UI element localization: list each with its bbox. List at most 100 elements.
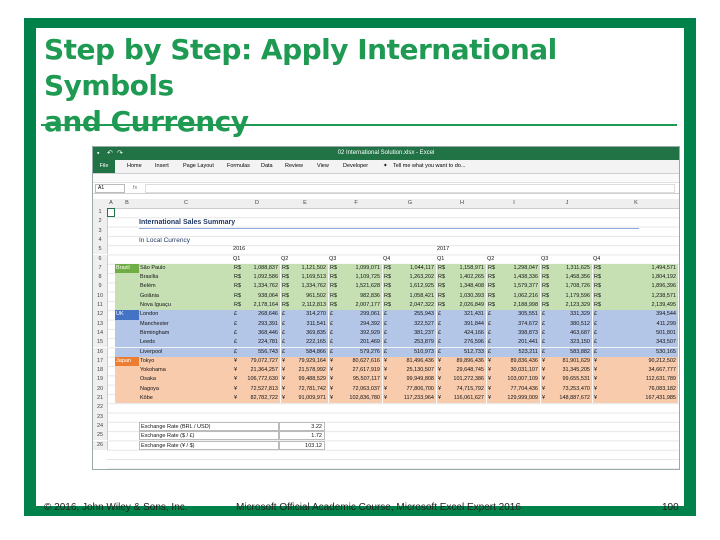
row-header[interactable]: 4 <box>93 235 108 246</box>
quarter-header[interactable]: Q3 <box>541 255 548 264</box>
sales-cell[interactable]: R$ 1,298,047 <box>487 263 540 274</box>
row-header[interactable]: 15 <box>93 338 108 348</box>
formula-input[interactable] <box>145 184 675 193</box>
sales-cell[interactable]: R$ 1,179,596 <box>541 291 592 301</box>
sales-cell[interactable]: R$ 1,121,502 <box>281 263 328 274</box>
sales-cell[interactable]: £501,801 <box>593 328 678 339</box>
city-name[interactable]: Tokyo <box>139 356 233 367</box>
city-name[interactable]: Manchester <box>139 319 233 329</box>
quarter-header[interactable]: Q4 <box>593 255 600 264</box>
region-label[interactable] <box>115 347 139 357</box>
row-header[interactable]: 10 <box>93 291 108 301</box>
exchange-value[interactable]: 103.12 <box>279 440 325 450</box>
sales-cell[interactable]: £510,973 <box>383 347 436 357</box>
city-name[interactable]: Yokohama <box>139 366 233 376</box>
row-header[interactable]: 2 <box>93 217 108 227</box>
sales-cell[interactable]: £398,873 <box>487 328 540 339</box>
tab-home[interactable]: Home <box>127 160 142 173</box>
exchange-label[interactable]: Exchange Rate (¥ / $) <box>139 440 279 450</box>
row-header[interactable]: 5 <box>93 245 108 255</box>
sales-cell[interactable]: ¥106,772,630 <box>233 375 280 385</box>
region-label[interactable] <box>115 328 139 339</box>
sales-cell[interactable]: R$ 1,109,725 <box>329 273 382 283</box>
region-label[interactable]: Japan <box>115 356 139 367</box>
row-header[interactable]: 12 <box>93 310 108 320</box>
column-header[interactable]: G <box>383 199 437 209</box>
active-cell[interactable] <box>107 208 115 218</box>
sales-cell[interactable]: R$ 1,088,837 <box>233 263 280 274</box>
sales-cell[interactable]: ¥73,253,470 <box>541 384 592 394</box>
sales-cell[interactable]: ¥99,488,529 <box>281 375 328 385</box>
city-name[interactable]: Belém <box>139 282 233 292</box>
sales-cell[interactable]: ¥77,704,436 <box>487 384 540 394</box>
sales-cell[interactable]: R$ 1,494,571 <box>593 263 678 274</box>
quarter-header[interactable]: Q2 <box>281 255 288 264</box>
city-name[interactable]: Nagoya <box>139 384 233 394</box>
tab-review[interactable]: Review <box>285 160 303 173</box>
sales-cell[interactable]: R$ 1,708,726 <box>541 282 592 292</box>
sales-cell[interactable]: R$ 2,026,849 <box>437 301 486 311</box>
sales-cell[interactable]: R$ 1,062,216 <box>487 291 540 301</box>
sales-cell[interactable]: £268,646 <box>233 310 280 320</box>
quarter-header[interactable]: Q4 <box>383 255 390 264</box>
city-name[interactable]: Brasília <box>139 273 233 283</box>
quarter-header[interactable]: Q1 <box>233 255 240 264</box>
sales-cell[interactable]: £322,527 <box>383 319 436 329</box>
exchange-value[interactable]: 1.72 <box>279 431 325 441</box>
row-header[interactable]: 23 <box>93 412 108 422</box>
sales-cell[interactable]: £293,391 <box>233 319 280 329</box>
sales-cell[interactable]: ¥90,212,502 <box>593 356 678 367</box>
city-name[interactable]: Goiânia <box>139 291 233 301</box>
sales-cell[interactable]: R$ 1,348,408 <box>437 282 486 292</box>
row-header[interactable]: 11 <box>93 301 108 311</box>
sales-cell[interactable]: £392,929 <box>329 328 382 339</box>
sales-cell[interactable]: ¥95,507,117 <box>329 375 382 385</box>
sales-cell[interactable]: R$ 1,099,071 <box>329 263 382 274</box>
sales-cell[interactable]: £530,165 <box>593 347 678 357</box>
column-header[interactable]: J <box>541 199 593 209</box>
exchange-label[interactable]: Exchange Rate (BRL / USD) <box>139 421 279 432</box>
sales-cell[interactable]: ¥112,631,789 <box>593 375 678 385</box>
row-header[interactable]: 8 <box>93 273 108 283</box>
sales-cell[interactable]: ¥29,648,745 <box>437 366 486 376</box>
sales-cell[interactable]: £463,687 <box>541 328 592 339</box>
sales-cell[interactable]: R$ 1,612,925 <box>383 282 436 292</box>
exchange-value[interactable]: 3.22 <box>279 421 325 432</box>
city-name[interactable]: São Paulo <box>139 263 233 274</box>
tab-page-layout[interactable]: Page Layout <box>183 160 214 173</box>
city-name[interactable]: Liverpool <box>139 347 233 357</box>
sales-cell[interactable]: R$ 2,139,495 <box>593 301 678 311</box>
sales-cell[interactable]: ¥25,130,507 <box>383 366 436 376</box>
sales-cell[interactable]: ¥72,527,813 <box>233 384 280 394</box>
sales-cell[interactable]: ¥79,072,727 <box>233 356 280 367</box>
city-name[interactable]: Birmingham <box>139 328 233 339</box>
sales-cell[interactable]: ¥81,496,436 <box>383 356 436 367</box>
tell-me-box[interactable]: Tell me what you want to do... <box>393 160 465 173</box>
sales-cell[interactable]: R$ 1,058,421 <box>383 291 436 301</box>
row-header[interactable]: 14 <box>93 328 108 339</box>
sales-cell[interactable]: £583,882 <box>541 347 592 357</box>
sales-cell[interactable]: ¥34,667,777 <box>593 366 678 376</box>
sales-cell[interactable]: £222,165 <box>281 338 328 348</box>
name-box[interactable]: A1 <box>95 184 125 193</box>
region-label[interactable] <box>115 366 139 376</box>
region-label[interactable] <box>115 319 139 329</box>
sales-cell[interactable]: R$ 1,438,336 <box>487 273 540 283</box>
tab-insert[interactable]: Insert <box>155 160 169 173</box>
sales-cell[interactable]: ¥91,009,971 <box>281 394 328 404</box>
sales-cell[interactable]: R$ 2,123,329 <box>541 301 592 311</box>
row-header[interactable]: 7 <box>93 263 108 274</box>
sales-cell[interactable]: £253,879 <box>383 338 436 348</box>
sales-cell[interactable]: ¥31,345,205 <box>541 366 592 376</box>
lightbulb-icon[interactable]: ✦ <box>383 160 388 173</box>
quarter-header[interactable]: Q1 <box>437 255 444 264</box>
column-header[interactable]: H <box>437 199 487 209</box>
column-header[interactable]: B <box>115 199 139 209</box>
sales-cell[interactable]: £381,237 <box>383 328 436 339</box>
city-name[interactable]: Nova Iguaçu <box>139 301 233 311</box>
sales-cell[interactable]: ¥167,431,985 <box>593 394 678 404</box>
sales-cell[interactable]: £411,299 <box>593 319 678 329</box>
sales-cell[interactable]: R$ 1,402,265 <box>437 273 486 283</box>
sales-cell[interactable]: R$ 1,804,192 <box>593 273 678 283</box>
column-header[interactable]: D <box>233 199 281 209</box>
